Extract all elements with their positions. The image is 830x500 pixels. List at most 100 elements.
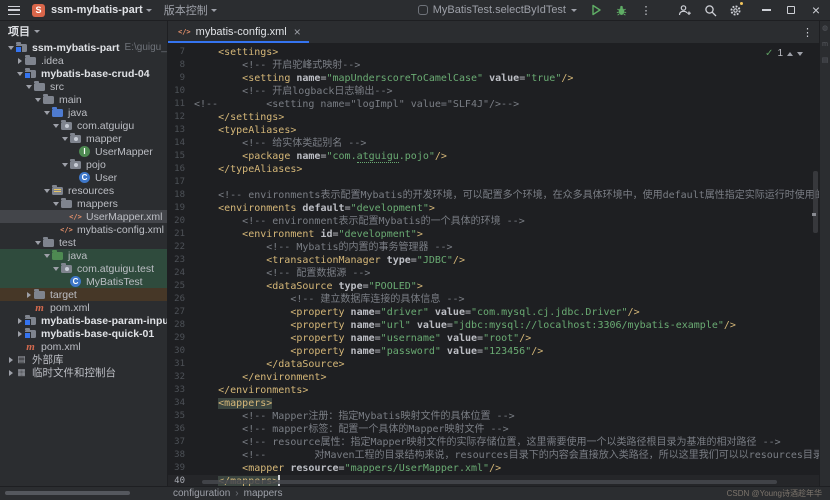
code-line-22[interactable]: 22 <!-- Mybatis的内置的事务管理器 --> xyxy=(168,241,819,254)
chevron-right-icon[interactable] xyxy=(6,357,15,363)
line-number[interactable]: 10 xyxy=(168,85,194,98)
chevron-down-icon[interactable] xyxy=(51,264,60,274)
code-line-10[interactable]: 10 <!-- 开启logback日志输出--> xyxy=(168,85,819,98)
line-number[interactable]: 32 xyxy=(168,371,194,384)
close-button[interactable]: × xyxy=(808,2,824,18)
vcs-menu[interactable]: 版本控制 xyxy=(164,2,208,18)
line-number[interactable]: 35 xyxy=(168,410,194,423)
code-line-9[interactable]: 9 <setting name="mapUnderscoreToCamelCas… xyxy=(168,72,819,85)
tree-item-java[interactable]: java xyxy=(0,106,167,119)
chevron-down-icon[interactable] xyxy=(42,186,51,196)
code-line-13[interactable]: 13 <typeAliases> xyxy=(168,124,819,137)
breadcrumb-item-configuration[interactable]: configuration xyxy=(173,488,230,499)
database-tool-icon[interactable]: ▤ xyxy=(822,57,829,64)
chevron-down-icon[interactable] xyxy=(51,121,60,131)
line-number[interactable]: 24 xyxy=(168,267,194,280)
line-number[interactable]: 11 xyxy=(168,98,194,111)
tree-item-ssm-mybatis-part[interactable]: ssm-mybatis-partE:\guigu_code\ssm-m xyxy=(0,41,167,54)
line-number[interactable]: 9 xyxy=(168,72,194,85)
search-everywhere-icon[interactable] xyxy=(702,2,718,18)
code-line-36[interactable]: 36 <!-- mapper标签：配置一个具体的Mapper映射文件 --> xyxy=(168,423,819,436)
chevron-down-icon[interactable] xyxy=(42,251,51,261)
line-number[interactable]: 18 xyxy=(168,189,194,202)
line-number[interactable]: 23 xyxy=(168,254,194,267)
tree-item-src[interactable]: src xyxy=(0,80,167,93)
chevron-right-icon[interactable] xyxy=(15,58,24,64)
line-number[interactable]: 37 xyxy=(168,436,194,449)
line-number[interactable]: 21 xyxy=(168,228,194,241)
editor-vertical-scrollbar[interactable] xyxy=(813,171,818,233)
close-tab-icon[interactable]: × xyxy=(294,27,301,37)
project-panel-header[interactable]: 项目 xyxy=(0,21,167,41)
line-number[interactable]: 17 xyxy=(168,176,194,189)
code-line-7[interactable]: 7 <settings> xyxy=(168,46,819,59)
code-line-29[interactable]: 29 <property name="username" value="root… xyxy=(168,332,819,345)
breadcrumb-item-mappers[interactable]: mappers xyxy=(244,488,283,499)
code-line-21[interactable]: 21 <environment id="development"> xyxy=(168,228,819,241)
code-line-24[interactable]: 24 <!-- 配置数据源 --> xyxy=(168,267,819,280)
tree-item-user[interactable]: CUser xyxy=(0,171,167,184)
maximize-button[interactable] xyxy=(783,2,799,18)
tree-item-mybatis-base-crud-04[interactable]: mybatis-base-crud-04 xyxy=(0,67,167,80)
tree-item-test[interactable]: test xyxy=(0,236,167,249)
code-line-8[interactable]: 8 <!-- 开启驼峰式映射--> xyxy=(168,59,819,72)
code-line-17[interactable]: 17 xyxy=(168,176,819,189)
main-menu-icon[interactable] xyxy=(8,6,20,15)
run-configuration-selector[interactable]: MyBatisTest.selectByIdTest xyxy=(418,4,577,16)
line-number[interactable]: 8 xyxy=(168,59,194,72)
inspections-widget[interactable]: ✓ 1 xyxy=(765,48,803,59)
chevron-down-icon[interactable] xyxy=(15,69,24,79)
tree-item-com.atguigu[interactable]: com.atguigu xyxy=(0,119,167,132)
tree-item-resources[interactable]: resources xyxy=(0,184,167,197)
chevron-down-icon[interactable] xyxy=(60,134,69,144)
code-line-33[interactable]: 33 </environments> xyxy=(168,384,819,397)
next-problem-icon[interactable] xyxy=(797,52,803,59)
line-number[interactable]: 15 xyxy=(168,150,194,163)
tree-item-pom.xml[interactable]: mpom.xml xyxy=(0,301,167,314)
chevron-down-icon[interactable] xyxy=(51,199,60,209)
project-name[interactable]: ssm-mybatis-part xyxy=(51,4,143,16)
code-line-35[interactable]: 35 <!-- Mapper注册：指定Mybatis映射文件的具体位置 --> xyxy=(168,410,819,423)
debug-button[interactable] xyxy=(613,2,629,18)
code-editor[interactable]: 7 <settings>8 <!-- 开启驼峰式映射-->9 <setting … xyxy=(168,44,819,486)
tree-item-pojo[interactable]: pojo xyxy=(0,158,167,171)
line-number[interactable]: 34 xyxy=(168,397,194,410)
code-line-37[interactable]: 37 <!-- resource属性：指定Mapper映射文件的实际存储位置，这… xyxy=(168,436,819,449)
code-line-12[interactable]: 12 </settings> xyxy=(168,111,819,124)
project-panel-horizontal-scrollbar[interactable] xyxy=(5,491,130,495)
tree-item-usermapper.xml[interactable]: </>UserMapper.xml xyxy=(0,210,167,223)
line-number[interactable]: 12 xyxy=(168,111,194,124)
chevron-down-icon[interactable] xyxy=(6,43,15,53)
tree-item-.idea[interactable]: .idea xyxy=(0,54,167,67)
code-with-me-icon[interactable] xyxy=(677,2,693,18)
code-line-28[interactable]: 28 <property name="url" value="jdbc:mysq… xyxy=(168,319,819,332)
chevron-right-icon[interactable] xyxy=(15,331,24,337)
chevron-down-icon[interactable] xyxy=(33,238,42,248)
code-line-18[interactable]: 18 <!-- environments表示配置Mybatis的开发环境，可以配… xyxy=(168,189,819,202)
more-actions-icon[interactable]: ⋮ xyxy=(638,2,654,18)
line-number[interactable]: 13 xyxy=(168,124,194,137)
line-number[interactable]: 22 xyxy=(168,241,194,254)
code-line-31[interactable]: 31 </dataSource> xyxy=(168,358,819,371)
code-line-15[interactable]: 15 <package name="com.atguigu.pojo"/> xyxy=(168,150,819,163)
line-number[interactable]: 29 xyxy=(168,332,194,345)
code-line-34[interactable]: 34 <mappers> xyxy=(168,397,819,410)
tree-item-mybatis-config.xml[interactable]: </>mybatis-config.xml xyxy=(0,223,167,236)
minimize-button[interactable] xyxy=(758,2,774,18)
tree-item-mybatistest[interactable]: CMyBatisTest xyxy=(0,275,167,288)
tree-item-com.atguigu.test[interactable]: com.atguigu.test xyxy=(0,262,167,275)
line-number[interactable]: 31 xyxy=(168,358,194,371)
code-line-23[interactable]: 23 <transactionManager type="JDBC"/> xyxy=(168,254,819,267)
tree-item-mappers[interactable]: mappers xyxy=(0,197,167,210)
line-number[interactable]: 39 xyxy=(168,462,194,475)
line-number[interactable]: 38 xyxy=(168,449,194,462)
code-line-30[interactable]: 30 <property name="password" value="1234… xyxy=(168,345,819,358)
line-number[interactable]: 16 xyxy=(168,163,194,176)
tree-item-target[interactable]: target xyxy=(0,288,167,301)
code-line-38[interactable]: 38 <!-- 对Maven工程的目录结构来说，resources目录下的内容会… xyxy=(168,449,819,462)
previous-problem-icon[interactable] xyxy=(787,49,793,56)
code-line-26[interactable]: 26 <!-- 建立数据库连接的具体信息 --> xyxy=(168,293,819,306)
chevron-down-icon[interactable] xyxy=(24,82,33,92)
line-number[interactable]: 33 xyxy=(168,384,194,397)
tree-item--[interactable]: ▦临时文件和控制台 xyxy=(0,366,167,379)
